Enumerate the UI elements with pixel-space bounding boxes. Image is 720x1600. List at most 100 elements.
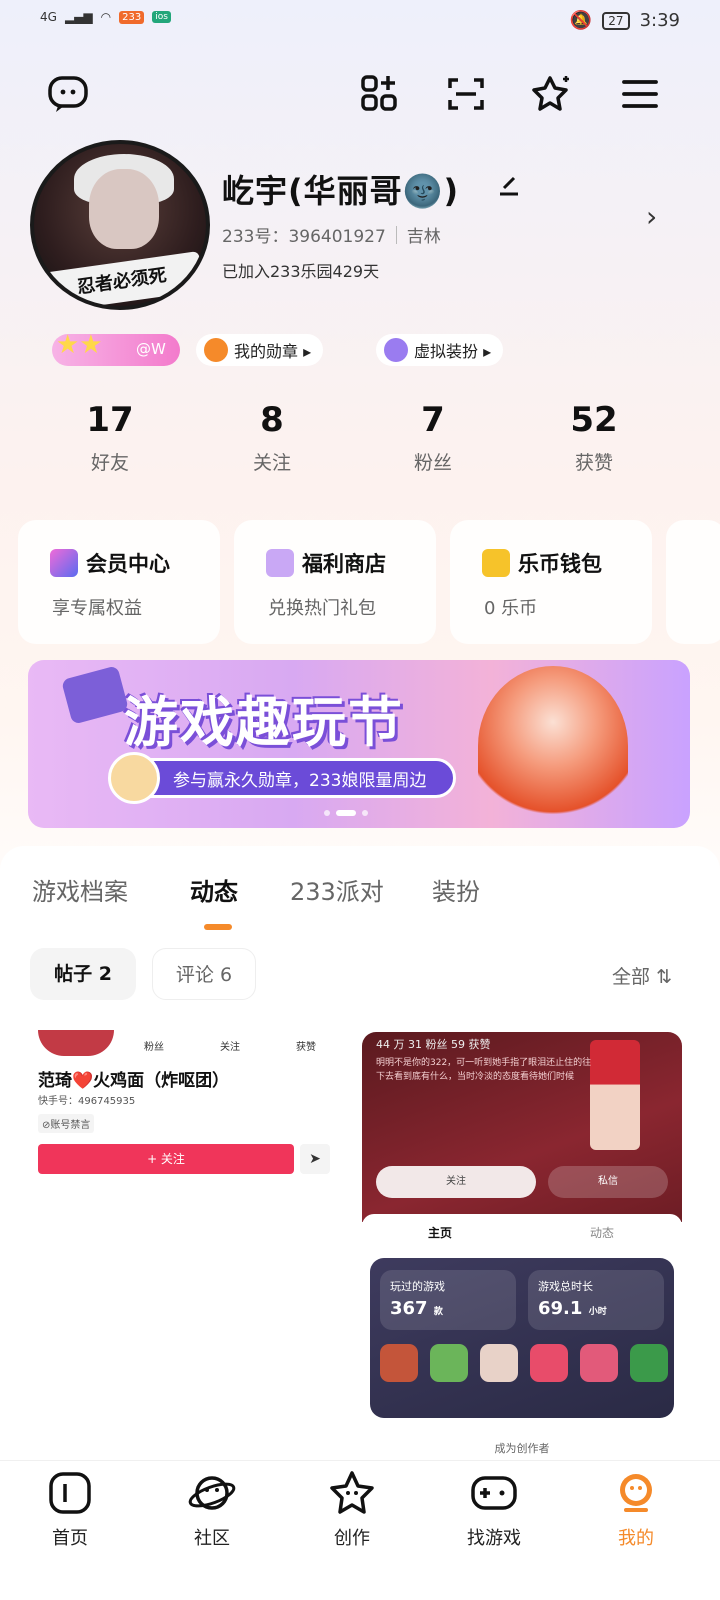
card-subtitle: 享专属权益 [52,598,142,619]
meta-divider [395,225,397,244]
outfit-icon [384,338,408,362]
nav-community[interactable]: 社区 [162,1468,262,1550]
planet-icon [188,1476,236,1510]
game-app-icon[interactable] [630,1344,668,1382]
nav-label: 我的 [618,1528,654,1549]
game-app-icon[interactable] [430,1344,468,1382]
scan-icon[interactable] [444,72,488,116]
stat-number: 52 [570,400,618,440]
nav-label: 创作 [334,1528,370,1549]
card-partial[interactable] [666,520,720,644]
post-user-stats: 粉丝 关注 获赞 [144,1038,316,1053]
post-tab-home[interactable]: 主页 [428,1224,452,1241]
gift-icon [266,549,294,577]
post-stat-following: 关注 [220,1042,240,1053]
post-follow-button[interactable]: + 关注 [38,1144,294,1174]
nav-find-game[interactable]: 找游戏 [444,1468,544,1550]
banner-character [478,666,628,826]
grid-add-icon[interactable] [358,72,402,116]
stat-likes[interactable]: 52 获赞 [534,400,654,475]
banner-subtitle: 参与赢永久勋章，233娘限量周边 [120,758,456,798]
user-id: 233号：396401927 [222,227,386,247]
tab-game-archive[interactable]: 游戏档案 [32,872,128,907]
stat-label: 粉丝 [413,452,452,474]
chip-posts[interactable]: 帖子 2 [30,948,136,1000]
lego-icon [61,665,129,725]
profile-meta: 233号：396401927 吉林 [222,222,441,247]
card-wallet[interactable]: 乐币钱包 0 乐币 [450,520,652,644]
status-bar: 4G ▂▄▆ ◠ 233 ios 🔕 27 3:39 [0,0,720,50]
wallet-icon [482,549,510,577]
time-unit: 小时 [588,1307,607,1317]
tab-indicator [204,924,232,930]
card-welfare-shop[interactable]: 福利商店 兑换热门礼包 [234,520,436,644]
w-badge[interactable]: ★★ @W [52,330,180,366]
game-app-icon[interactable] [580,1344,618,1382]
app-badge: 233 [119,10,145,24]
signal-icon: ▂▄▆ [64,10,93,24]
card-subtitle: 兑换热门礼包 [268,598,376,619]
post-stat-likes: 获赞 [296,1042,316,1053]
nav-mine[interactable]: 我的 [586,1468,686,1550]
card-title: 乐币钱包 [518,552,602,576]
game-app-icon[interactable] [530,1344,568,1382]
card-title: 福利商店 [302,552,386,576]
menu-icon[interactable] [618,72,662,116]
tab-233-party[interactable]: 233派对 [290,872,384,907]
stars-icon: ★★ [56,330,103,360]
played-label: 玩过的游戏 [390,1280,445,1293]
nav-label: 首页 [52,1528,88,1549]
played-unit: 款 [433,1307,443,1317]
message-icon[interactable] [46,72,90,116]
medal-icon [204,338,228,362]
chevron-right-icon[interactable]: › [646,200,657,233]
outfit-button[interactable]: 虚拟装扮 ▸ [376,334,504,366]
game-app-icon[interactable] [380,1344,418,1382]
home-icon [49,1472,91,1514]
profile-name: 屹宇(华丽哥🌚) [222,172,460,210]
tab-dynamics[interactable]: 动态 [190,872,238,907]
star-sparkle-icon[interactable] [530,72,574,116]
post-stat-fans: 粉丝 [144,1042,164,1053]
promo-banner[interactable]: 游戏趣玩节 参与赢永久勋章，233娘限量周边 [28,660,690,828]
post-follow-button[interactable]: 关注 [376,1166,536,1198]
game-app-list [380,1344,668,1382]
star-icon [330,1471,374,1514]
stat-number: 17 [86,400,134,440]
post-user-id: 快手号：496745935 [38,1096,136,1107]
tab-outfit[interactable]: 装扮 [432,872,480,907]
avatar-face [89,169,159,249]
card-vip-center[interactable]: 会员中心 享专属权益 [18,520,220,644]
battery-indicator: 27 [602,11,630,30]
post-avatar [38,1030,114,1056]
post-message-button[interactable]: 私信 [548,1166,668,1198]
nav-label: 社区 [194,1528,230,1549]
profile-icon [620,1474,652,1512]
edit-icon[interactable] [496,172,522,198]
time-label: 游戏总时长 [538,1280,593,1293]
send-icon[interactable]: ➤ [300,1144,330,1174]
post-description: 明明不是你的322，可一听到她手指了眼泪还止住的往下去看到底有什么，当时冷淡的态… [376,1058,592,1082]
chip-comments[interactable]: 评论 6 [152,948,256,1000]
stat-label: 获赞 [574,452,613,474]
post-card[interactable]: 44 万 31 粉丝 59 获赞 明明不是你的322，可一听到她手指了眼泪还止住… [362,1032,682,1460]
avatar[interactable]: 忍者必须死 [30,140,210,310]
time-value: 69.1 [538,1298,583,1319]
card-subtitle: 0 乐币 [484,598,538,619]
signal-label: 4G [40,10,57,24]
post-user-stats: 44 万 31 粉丝 59 获赞 [376,1038,491,1051]
post-card[interactable]: 粉丝 关注 获赞 范琦❤️火鸡面（炸呕团） 快手号：496745935 ⊘账号禁… [24,1030,346,1460]
medal-button[interactable]: 我的勋章 ▸ [196,334,324,366]
stat-following[interactable]: 8 关注 [212,400,332,475]
game-app-icon[interactable] [480,1344,518,1382]
post-character-image [590,1040,640,1150]
stat-fans[interactable]: 7 粉丝 [373,400,493,475]
card-title: 会员中心 [86,552,170,576]
crown-icon [50,549,78,577]
post-tab-feed[interactable]: 动态 [590,1224,614,1241]
filter-dropdown[interactable]: 全部 ⇅ [612,962,672,989]
nav-home[interactable]: 首页 [20,1468,120,1550]
app-badge-2: ios [152,11,171,23]
nav-create[interactable]: 创作 [302,1468,402,1550]
stat-friends[interactable]: 17 好友 [50,400,170,475]
